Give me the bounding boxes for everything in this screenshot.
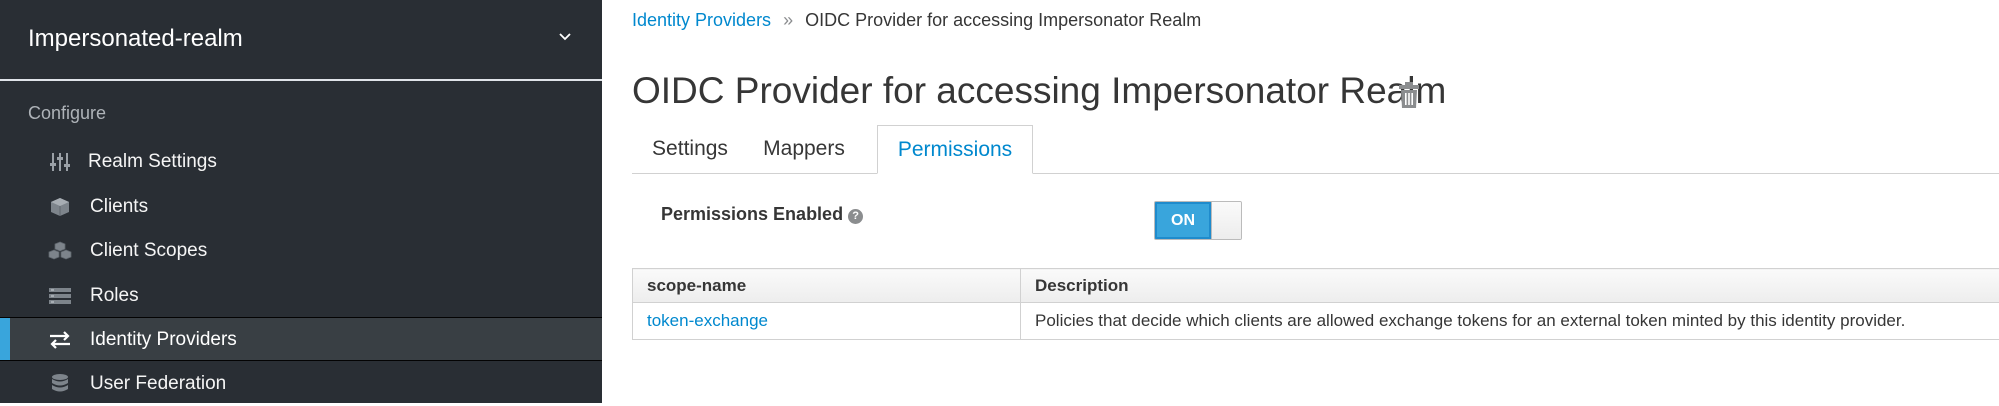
breadcrumb-current: OIDC Provider for accessing Impersonator… [805, 10, 1201, 30]
permissions-table: scope-name Description token-exchange Po… [632, 268, 1999, 340]
main-content: Identity Providers » OIDC Provider for acc… [602, 0, 1999, 403]
sidebar-item-roles[interactable]: Roles [0, 274, 602, 318]
sidebar-item-label: Roles [90, 285, 139, 307]
chevron-down-icon[interactable] [558, 30, 572, 44]
tab-bar: Settings Mappers Permissions [632, 125, 1999, 174]
realm-selector[interactable]: Impersonated-realm [0, 0, 602, 81]
sidebar-item-client-scopes[interactable]: Client Scopes [0, 229, 602, 273]
tab-mappers[interactable]: Mappers [748, 125, 860, 173]
database-icon [48, 373, 72, 395]
column-header-scope-name: scope-name [633, 269, 1021, 303]
sliders-icon [48, 151, 72, 173]
active-indicator [0, 318, 10, 360]
breadcrumb-identity-providers-link[interactable]: Identity Providers [632, 10, 771, 30]
toggle-on-label: ON [1155, 202, 1211, 239]
cube-icon [48, 196, 72, 218]
tab-permissions[interactable]: Permissions [877, 125, 1033, 174]
tab-settings[interactable]: Settings [632, 125, 748, 173]
exchange-icon [48, 329, 72, 351]
cubes-icon [48, 240, 72, 262]
help-icon[interactable]: ? [848, 209, 863, 224]
sidebar-item-user-federation[interactable]: User Federation [0, 362, 602, 406]
sidebar-item-label: User Federation [90, 373, 226, 395]
sidebar: Impersonated-realm Configure Realm Setti… [0, 0, 602, 403]
page-title: OIDC Provider for accessing Impersonator… [632, 70, 1446, 112]
scope-description: Policies that decide which clients are a… [1021, 303, 1999, 340]
list-icon [48, 285, 72, 307]
breadcrumb: Identity Providers » OIDC Provider for acc… [632, 10, 1201, 31]
sidebar-item-realm-settings[interactable]: Realm Settings [0, 140, 602, 184]
sidebar-item-identity-providers[interactable]: Identity Providers [0, 317, 602, 361]
permissions-enabled-text: Permissions Enabled [661, 204, 843, 224]
table-row: token-exchange Policies that decide whic… [633, 303, 1999, 340]
trash-icon[interactable] [1398, 81, 1420, 109]
column-header-description: Description [1021, 269, 1999, 303]
sidebar-item-label: Clients [90, 196, 148, 218]
scope-name-link[interactable]: token-exchange [633, 303, 1021, 340]
permissions-enabled-label: Permissions Enabled? [661, 204, 863, 225]
permissions-enabled-toggle[interactable]: ON [1154, 201, 1242, 240]
sidebar-item-label: Client Scopes [90, 240, 207, 262]
configure-section-label: Configure [28, 103, 106, 124]
breadcrumb-separator: » [783, 10, 793, 30]
sidebar-item-label: Realm Settings [88, 151, 217, 173]
realm-name[interactable]: Impersonated-realm [28, 25, 243, 53]
table-header-row: scope-name Description [633, 269, 1999, 303]
sidebar-item-label: Identity Providers [90, 329, 237, 351]
toggle-knob [1211, 202, 1242, 239]
sidebar-item-clients[interactable]: Clients [0, 185, 602, 229]
